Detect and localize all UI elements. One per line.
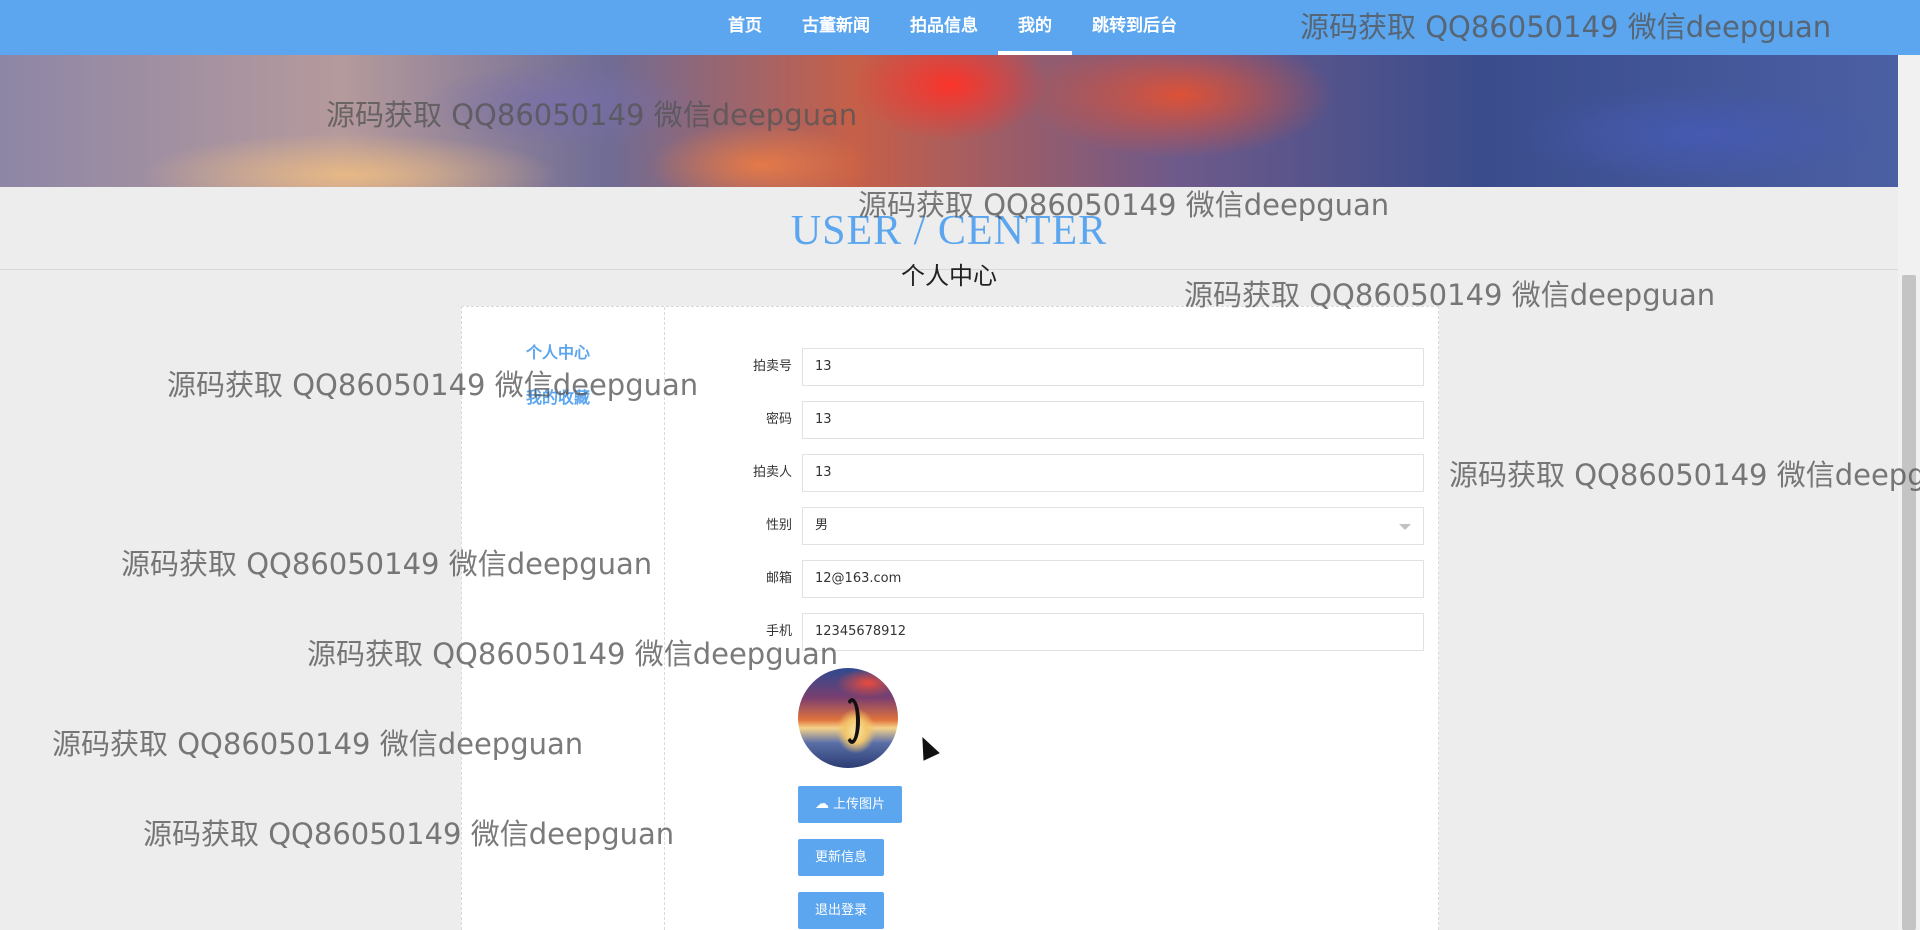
email-input[interactable]: 12@163.com: [802, 560, 1424, 598]
nav-item-antique-news[interactable]: 古董新闻: [782, 0, 890, 55]
gender-select-value: 男: [815, 518, 829, 533]
upload-image-label: 上传图片: [833, 797, 886, 812]
password-label: 密码: [765, 412, 792, 427]
chevron-down-icon: [1399, 524, 1411, 530]
auction-no-input[interactable]: 13: [802, 348, 1424, 386]
gender-select[interactable]: 男: [802, 507, 1424, 545]
form-row-gender: 性别 男: [707, 507, 1424, 545]
sidebar: 个人中心 我的收藏: [462, 307, 665, 930]
email-label: 邮箱: [765, 571, 792, 586]
page-title: 个人中心: [901, 262, 997, 290]
user-center-panel: 个人中心 我的收藏 拍卖号 13 密码 13 拍卖人 13 性别 男 邮箱 12…: [461, 306, 1439, 930]
page-scrollbar[interactable]: [1898, 55, 1920, 930]
banner-image: [0, 55, 1898, 187]
sidebar-item-user-center[interactable]: 个人中心: [526, 339, 590, 363]
form-row-auctioneer: 拍卖人 13: [707, 454, 1424, 492]
nav-item-lot-info[interactable]: 拍品信息: [890, 0, 998, 55]
form-row-auction-no: 拍卖号 13: [707, 348, 1424, 386]
nav-menu: 首页 古董新闻 拍品信息 我的 跳转到后台: [708, 0, 1197, 55]
auction-no-label: 拍卖号: [752, 359, 792, 374]
password-input[interactable]: 13: [802, 401, 1424, 439]
phone-input[interactable]: 12345678912: [802, 613, 1424, 651]
phone-label: 手机: [765, 624, 792, 639]
nav-item-admin[interactable]: 跳转到后台: [1072, 0, 1197, 55]
form-row-email: 邮箱 12@163.com: [707, 560, 1424, 598]
nav-item-mine[interactable]: 我的: [998, 0, 1072, 55]
avatar: [798, 668, 898, 768]
auctioneer-input[interactable]: 13: [802, 454, 1424, 492]
form-row-phone: 手机 12345678912: [707, 613, 1424, 651]
update-info-button[interactable]: 更新信息: [798, 839, 885, 876]
page-title-en: USER / CENTER: [790, 208, 1108, 254]
top-nav-bar: 首页 古董新闻 拍品信息 我的 跳转到后台: [0, 0, 1920, 55]
sidebar-item-favorites[interactable]: 我的收藏: [526, 384, 590, 408]
scrollbar-thumb[interactable]: [1902, 275, 1916, 930]
avatar-figure: [844, 698, 860, 744]
cloud-upload-icon: ☁: [815, 796, 829, 812]
watermark: 源码获取 QQ86050149 微信deepguan: [1449, 458, 1920, 492]
nav-item-home[interactable]: 首页: [708, 0, 782, 55]
form-row-password: 密码 13: [707, 401, 1424, 439]
upload-image-button[interactable]: ☁ 上传图片: [798, 786, 903, 823]
gender-label: 性别: [765, 518, 792, 533]
logout-button[interactable]: 退出登录: [798, 892, 885, 929]
auctioneer-label: 拍卖人: [752, 465, 792, 480]
